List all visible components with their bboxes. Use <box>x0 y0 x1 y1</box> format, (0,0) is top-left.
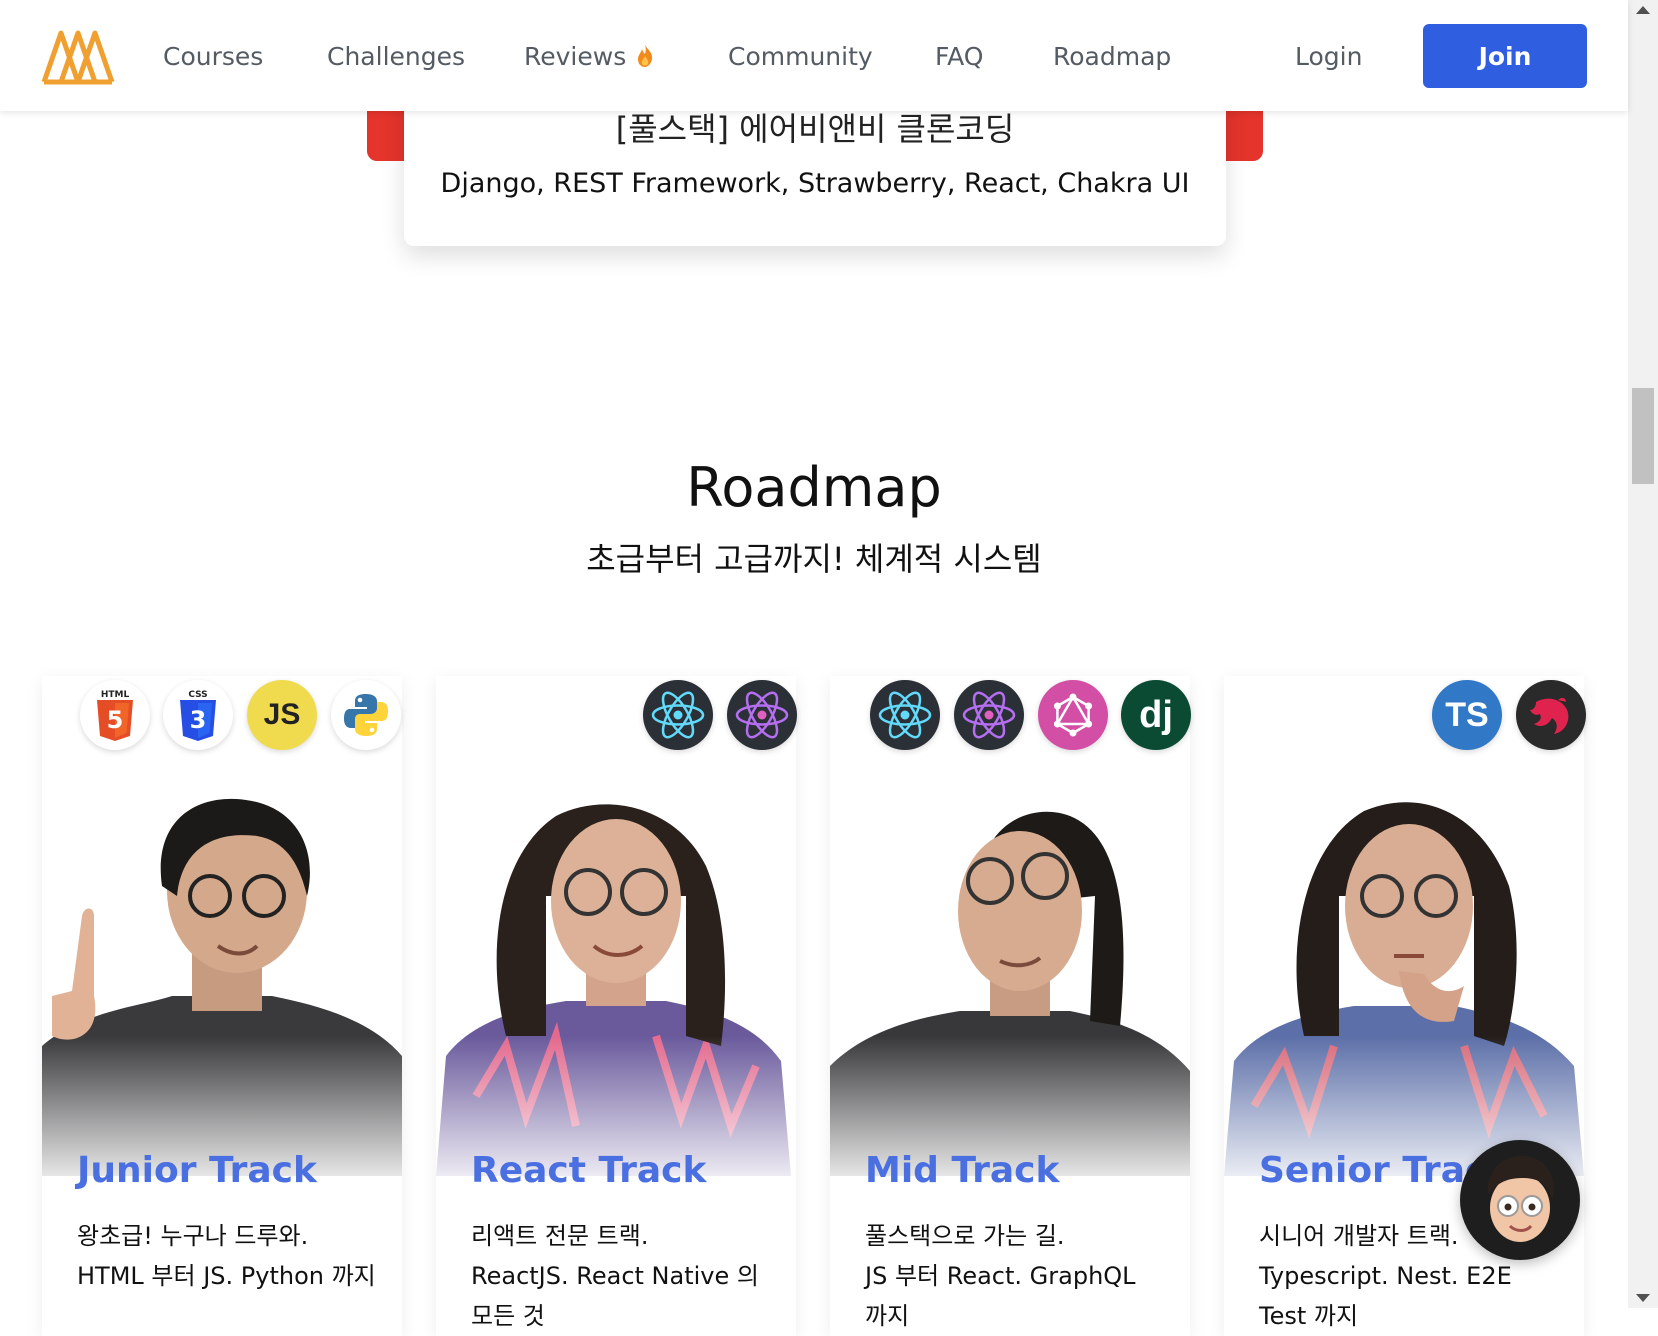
javascript-icon: JS <box>247 680 317 750</box>
roadmap-title: Roadmap <box>686 456 942 519</box>
track-title[interactable]: Mid Track <box>865 1150 1059 1191</box>
roadmap-subtitle: 초급부터 고급까지! 체계적 시스템 <box>586 540 1042 578</box>
svg-text:3: 3 <box>190 706 207 734</box>
top-navbar: Courses Challenges Reviews Community FAQ… <box>0 0 1628 111</box>
page-scrollbar[interactable] <box>1628 0 1658 1308</box>
css3-icon: CSS 3 <box>163 680 233 750</box>
nav-roadmap[interactable]: Roadmap <box>1053 42 1171 71</box>
track-description: Typescript. Nest. E2E Test 까지 <box>1259 1262 1512 1330</box>
nav-reviews[interactable]: Reviews <box>524 42 654 71</box>
svg-text:CSS: CSS <box>188 690 207 700</box>
track-tagline: 시니어 개발자 트랙. <box>1259 1222 1459 1250</box>
nestjs-icon <box>1516 680 1586 750</box>
track-tagline: 풀스택으로 가는 길. <box>865 1222 1065 1250</box>
course-stack: Django, REST Framework, Strawberry, Reac… <box>440 168 1190 199</box>
fire-icon <box>638 45 653 67</box>
join-button[interactable]: Join <box>1423 24 1587 88</box>
svg-text:5: 5 <box>107 706 124 734</box>
python-icon <box>331 680 401 750</box>
scroll-up-icon[interactable] <box>1636 6 1650 14</box>
django-icon: dj <box>1121 680 1191 750</box>
nav-courses[interactable]: Courses <box>163 42 263 71</box>
react-native-icon <box>954 680 1024 750</box>
track-description: HTML 부터 JS. Python 까지 <box>77 1262 376 1290</box>
track-description: JS 부터 React. GraphQL 까지 <box>865 1262 1136 1330</box>
scroll-down-icon[interactable] <box>1636 1294 1650 1302</box>
memoji-icon <box>1487 1155 1554 1242</box>
react-icon <box>643 680 713 750</box>
html5-icon: HTML 5 <box>80 680 150 750</box>
typescript-icon: TS <box>1432 680 1502 750</box>
svg-text:HTML: HTML <box>101 690 130 700</box>
track-title[interactable]: React Track <box>471 1150 706 1191</box>
scroll-thumb[interactable] <box>1632 388 1654 484</box>
tech-icons: HTML 5 CSS 3 JS dj TS <box>0 680 1628 750</box>
track-card-junior[interactable]: Junior Track 왕초급! 누구나 드루와. HTML 부터 JS. P… <box>42 676 402 1336</box>
track-card-react[interactable]: React Track 리액트 전문 트랙. ReactJS. React Na… <box>436 676 796 1336</box>
track-tagline: 왕초급! 누구나 드루와. <box>77 1222 309 1250</box>
nav-community[interactable]: Community <box>728 42 873 71</box>
nav-faq[interactable]: FAQ <box>935 42 983 71</box>
nomad-logo[interactable] <box>41 27 115 85</box>
track-tagline: 리액트 전문 트랙. <box>471 1222 649 1250</box>
track-description: ReactJS. React Native 의 모든 것 <box>471 1262 759 1330</box>
react-native-icon <box>727 680 797 750</box>
chat-avatar-button[interactable] <box>1460 1140 1580 1260</box>
track-card-mid[interactable]: Mid Track 풀스택으로 가는 길. JS 부터 React. Graph… <box>830 676 1190 1336</box>
nav-reviews-label: Reviews <box>524 42 627 71</box>
react-icon <box>870 680 940 750</box>
graphql-icon <box>1038 680 1108 750</box>
nav-challenges[interactable]: Challenges <box>327 42 465 71</box>
login-link[interactable]: Login <box>1295 42 1362 71</box>
track-title[interactable]: Junior Track <box>77 1150 317 1191</box>
